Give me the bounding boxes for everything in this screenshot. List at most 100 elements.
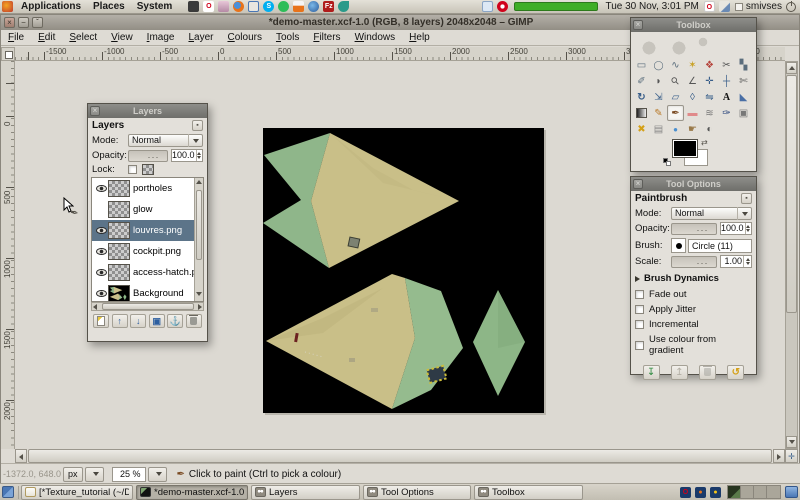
move-tool[interactable]: ✛ [701, 73, 718, 89]
smudge-tool[interactable]: ☛ [684, 121, 701, 137]
visibility-eye-icon[interactable] [96, 185, 107, 192]
toolbox-titlebar[interactable]: × Toolbox [631, 18, 756, 32]
brush-dynamics-expander[interactable]: Brush Dynamics [631, 269, 756, 285]
user-status-checkbox[interactable] [735, 3, 743, 11]
pinwheel-tray-icon[interactable] [497, 1, 508, 12]
power-icon[interactable] [786, 2, 796, 12]
tab-configure-button[interactable]: ▪ [192, 120, 203, 131]
menu-tools[interactable]: Tools [269, 30, 306, 46]
skype-launcher-icon[interactable]: S [263, 1, 274, 12]
text-tool[interactable]: A [718, 89, 735, 105]
layer-thumbnail[interactable] [108, 222, 130, 239]
task-texture-tutorial[interactable]: [*Texture_tutorial (~/D... [21, 485, 133, 500]
bird-launcher-icon[interactable] [338, 1, 349, 12]
task-toolbox[interactable]: Toolbox [474, 485, 583, 500]
tool-options-titlebar[interactable]: × Tool Options [631, 177, 756, 191]
visibility-eye-icon[interactable] [96, 290, 107, 297]
ruler-origin-button[interactable] [1, 47, 15, 61]
robot-launcher-icon[interactable] [188, 1, 199, 12]
opacity-slider[interactable] [671, 223, 717, 235]
free-select-tool[interactable]: ∿ [667, 57, 684, 73]
opera-launcher-icon[interactable]: O [203, 1, 214, 12]
filezilla-launcher-icon[interactable]: Fz [323, 1, 334, 12]
vertical-ruler[interactable]: 0 500 1000 1500 2000 [1, 61, 15, 449]
pencil-tool[interactable]: ✎ [650, 105, 667, 121]
layer-thumbnail[interactable] [108, 243, 130, 260]
dodge-burn-tool[interactable]: ◐ [701, 121, 718, 137]
canvas-image[interactable] [263, 128, 544, 413]
window-close-button[interactable]: × [4, 17, 15, 28]
zoom-level-combo[interactable]: 25 % [112, 467, 146, 482]
layer-thumbnail[interactable] [108, 285, 130, 302]
menu-edit[interactable]: Edit [31, 30, 62, 46]
scroll-down-button[interactable] [786, 436, 797, 448]
foreground-colour-swatch[interactable] [673, 140, 697, 157]
menu-filters[interactable]: Filters [306, 30, 347, 46]
layer-opacity-slider[interactable] [128, 150, 168, 162]
scroll-left-button[interactable] [15, 449, 27, 463]
task-tool-options[interactable]: Tool Options [363, 485, 471, 500]
perspective-tool[interactable]: ◊ [684, 89, 701, 105]
wilber-drag-area[interactable] [631, 32, 756, 56]
navigation-preview-button[interactable]: ✛ [785, 449, 798, 463]
ink-tool[interactable]: ✑ [718, 105, 735, 121]
delete-options-button[interactable] [699, 365, 716, 380]
vertical-scroll-thumb[interactable] [786, 75, 797, 313]
scroll-up-button[interactable] [786, 62, 797, 74]
workspace-2[interactable] [741, 486, 754, 498]
layer-list-hscrollbar[interactable] [91, 302, 204, 311]
spinner-arrows[interactable] [743, 256, 751, 267]
visibility-eye-icon[interactable] [96, 269, 107, 276]
opacity-spinner[interactable]: 100.0 [720, 222, 752, 235]
menu-select[interactable]: Select [62, 30, 104, 46]
workspace-1[interactable] [728, 486, 741, 498]
horizontal-scroll-thumb[interactable] [28, 449, 772, 463]
menu-colours[interactable]: Colours [220, 30, 268, 46]
desktop-grid-launcher-icon[interactable] [248, 1, 259, 12]
notification-tray-icon[interactable]: ● [710, 487, 721, 498]
anchor-layer-button[interactable]: ⚓ [167, 314, 183, 328]
layer-list-scrollbar[interactable] [194, 178, 203, 301]
spinner-arrows[interactable] [196, 150, 202, 161]
brush-preview-button[interactable] [671, 238, 686, 253]
show-desktop-button[interactable] [2, 486, 14, 498]
align-tool[interactable]: ┼ [718, 73, 735, 89]
layer-thumbnail[interactable] [108, 201, 130, 218]
shear-tool[interactable]: ▱ [667, 89, 684, 105]
menu-help[interactable]: Help [402, 30, 437, 46]
layer-row-background[interactable]: Background [92, 283, 203, 302]
places-menu[interactable]: Places [87, 0, 131, 14]
clone-tool[interactable]: ▣ [735, 105, 752, 121]
select-by-colour-tool[interactable]: ❖ [701, 57, 718, 73]
default-colours-icon[interactable] [663, 158, 673, 168]
airbrush-tool[interactable]: ≋ [701, 105, 718, 121]
unit-button[interactable]: px [63, 467, 83, 482]
swap-colours-icon[interactable]: ⇄ [701, 138, 708, 147]
scissors-select-tool[interactable]: ✂ [718, 57, 735, 73]
window-minimize-button[interactable]: − [18, 17, 29, 28]
firefox-tray-icon[interactable]: ● [695, 487, 706, 498]
use-colour-from-gradient-checkbox[interactable] [635, 341, 644, 350]
heal-tool[interactable]: ✖ [633, 121, 650, 137]
flip-tool[interactable]: ⇋ [701, 89, 718, 105]
ellipse-select-tool[interactable]: ◯ [650, 57, 667, 73]
close-icon[interactable]: × [90, 106, 100, 116]
spotify-launcher-icon[interactable] [278, 1, 289, 12]
scale-tool[interactable]: ⇲ [650, 89, 667, 105]
zoom-tool[interactable]: ⚲ [667, 73, 684, 89]
layers-dialog-titlebar[interactable]: × Layers [88, 104, 207, 118]
green-status-applet[interactable] [514, 2, 598, 11]
fade-out-checkbox[interactable] [635, 290, 644, 299]
apply-jitter-checkbox[interactable] [635, 305, 644, 314]
tablet-pen-tray-icon[interactable] [719, 1, 730, 12]
layer-row-access-hatch[interactable]: access-hatch.pr [92, 262, 203, 283]
visibility-eye-icon[interactable] [96, 227, 107, 234]
fuzzy-select-tool[interactable]: ✶ [684, 57, 701, 73]
close-icon[interactable]: × [633, 179, 643, 189]
vertical-scrollbar[interactable] [785, 61, 798, 449]
foreground-select-tool[interactable]: ▚ [735, 57, 752, 73]
brush-name-entry[interactable]: Circle (11) [688, 239, 752, 253]
menu-layer[interactable]: Layer [181, 30, 220, 46]
lock-alpha-checkbox[interactable] [128, 165, 137, 174]
zoom-dropdown-button[interactable] [148, 467, 167, 482]
